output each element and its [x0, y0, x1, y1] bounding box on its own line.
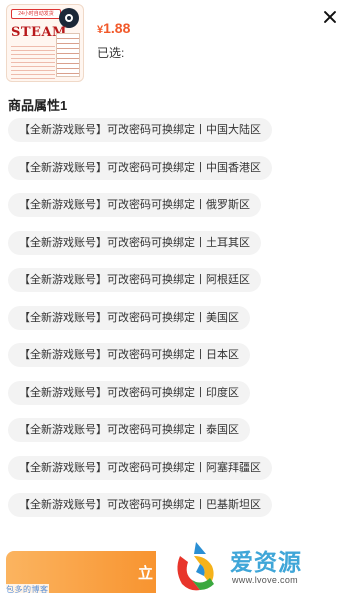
- thumbnail-text-block: [11, 43, 55, 79]
- option-chip[interactable]: 【全新游戏账号】可改密码可换绑定丨日本区: [8, 343, 250, 367]
- option-chip[interactable]: 【全新游戏账号】可改密码可换绑定丨中国大陆区: [8, 118, 272, 142]
- buy-now-label: 立: [138, 565, 154, 582]
- option-chip[interactable]: 【全新游戏账号】可改密码可换绑定丨土耳其区: [8, 230, 261, 255]
- attribute-title: 商品属性1: [8, 98, 68, 113]
- option-chip[interactable]: 【全新游戏账号】可改密码可换绑定丨俄罗斯区: [8, 193, 261, 217]
- option-chip[interactable]: 【全新游戏账号】可改密码可换绑定丨泰国区: [8, 418, 250, 442]
- selected-label: 已选:: [97, 46, 125, 60]
- thumbnail-banner: 24小时自动发货: [11, 9, 61, 19]
- option-chip[interactable]: 【全新游戏账号】可改密码可换绑定丨阿塞拜疆区: [8, 455, 272, 480]
- option-chip[interactable]: 【全新游戏账号】可改密码可换绑定丨印度区: [8, 380, 250, 405]
- option-chip[interactable]: 【全新游戏账号】可改密码可换绑定丨阿根廷区: [8, 268, 261, 292]
- attribute-options: 【全新游戏账号】可改密码可换绑定丨中国大陆区 【全新游戏账号】可改密码可换绑定丨…: [8, 118, 338, 531]
- watermark-brand: 爱资源: [230, 550, 302, 576]
- product-thumbnail: 24小时自动发货 STEAM: [6, 4, 84, 82]
- option-chip[interactable]: 【全新游戏账号】可改密码可换绑定丨巴基斯坦区: [8, 493, 272, 517]
- close-icon[interactable]: [323, 10, 337, 24]
- option-chip[interactable]: 【全新游戏账号】可改密码可换绑定丨美国区: [8, 305, 250, 330]
- watermark-logo-icon: [177, 542, 214, 591]
- watermark-url: www.lvove.com: [232, 575, 298, 585]
- option-chip[interactable]: 【全新游戏账号】可改密码可换绑定丨中国香港区: [8, 155, 272, 180]
- blog-watermark: 包多的博客: [6, 584, 49, 595]
- price: ¥1.88: [97, 20, 130, 38]
- sku-selector-sheet: 24小时自动发货 STEAM ¥1.88 已选: 商品属性1 【全新游戏账号】可…: [0, 0, 347, 600]
- price-value: 1.88: [103, 20, 131, 36]
- thumbnail-side-panel: [56, 33, 80, 77]
